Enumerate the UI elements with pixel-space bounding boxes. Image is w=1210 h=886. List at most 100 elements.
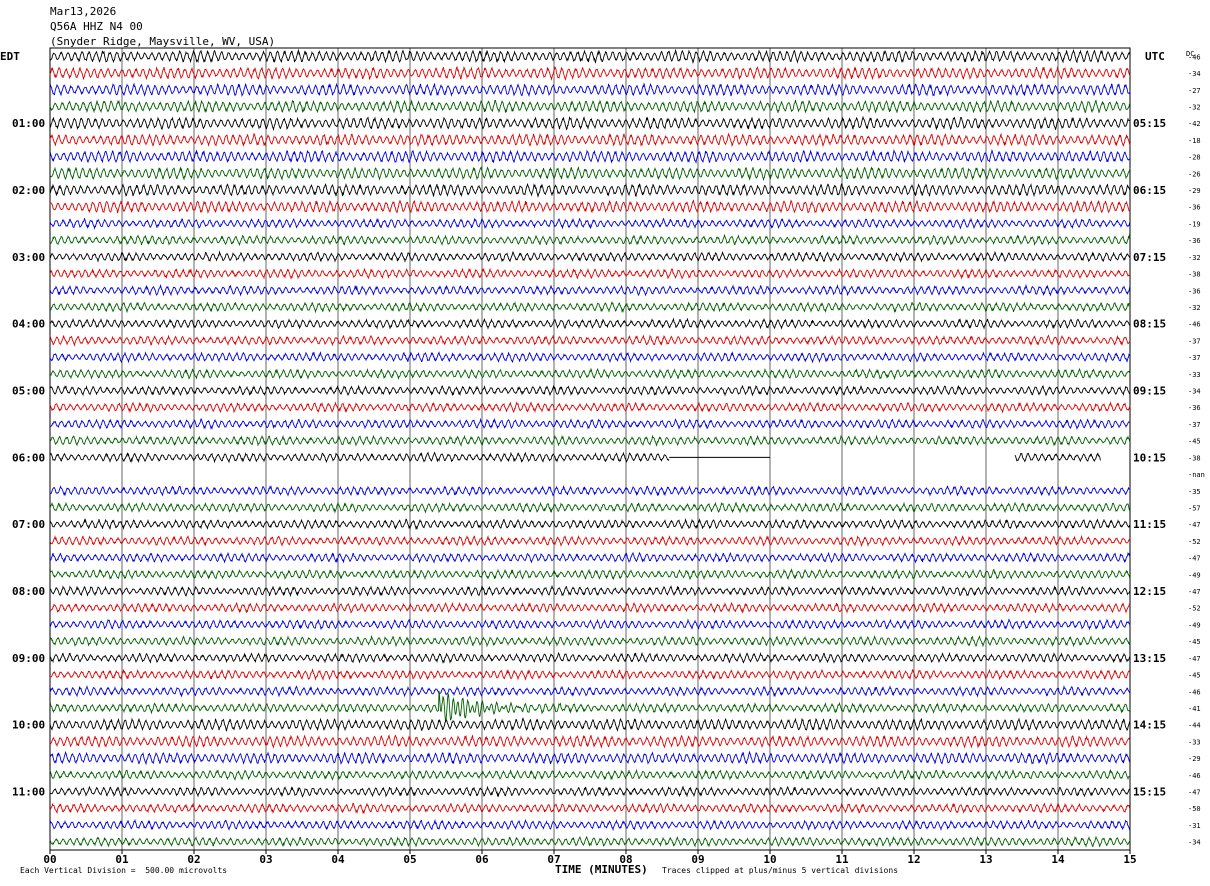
left-time-label: 11:00 bbox=[12, 786, 45, 799]
dc-offset-label: -nan bbox=[1188, 471, 1205, 479]
left-time-label: 02:00 bbox=[12, 184, 45, 197]
seismic-trace bbox=[49, 301, 1131, 314]
dc-offset-label: -50 bbox=[1188, 805, 1201, 813]
dc-offset-label: -47 bbox=[1188, 789, 1201, 797]
dc-offset-label: -27 bbox=[1188, 87, 1201, 95]
seismic-trace bbox=[49, 401, 1131, 414]
x-tick-label: 00 bbox=[43, 853, 56, 866]
dc-offset-label: -36 bbox=[1188, 404, 1201, 412]
seismic-trace bbox=[49, 334, 1131, 347]
seismic-trace bbox=[49, 835, 1131, 848]
helicorder-plot: 00 01 02 03 04 05 06 07 08 09 10 11 12 13 14 1501:0002:… bbox=[12, 47, 1205, 866]
dc-offset-label: -46 bbox=[1188, 53, 1201, 61]
dc-offset-label: -45 bbox=[1188, 638, 1201, 646]
seismic-trace bbox=[49, 568, 1131, 581]
dc-offset-label: -44 bbox=[1188, 722, 1201, 730]
seismic-trace bbox=[49, 384, 1131, 397]
seismic-trace bbox=[49, 518, 1131, 531]
seismic-trace bbox=[49, 584, 1131, 598]
clip-note: Traces clipped at plus/minus 5 vertical … bbox=[662, 866, 899, 875]
seismic-trace bbox=[49, 668, 1131, 682]
seismic-trace bbox=[49, 417, 1131, 430]
left-time-label: 01:00 bbox=[12, 117, 45, 130]
seismic-trace bbox=[49, 48, 1131, 65]
dc-offset-label: -38 bbox=[1188, 271, 1201, 279]
seismic-trace bbox=[49, 651, 1131, 665]
dc-offset-label: -57 bbox=[1188, 504, 1201, 512]
left-time-label: 09:00 bbox=[12, 652, 45, 665]
seismic-trace bbox=[49, 199, 1131, 214]
seismic-trace bbox=[49, 99, 1131, 114]
x-tick-label: 10 bbox=[763, 853, 776, 866]
x-tick-label: 15 bbox=[1123, 853, 1136, 866]
x-tick-label: 04 bbox=[331, 853, 345, 866]
left-time-label: 04:00 bbox=[12, 318, 45, 331]
seismic-trace bbox=[49, 690, 1131, 724]
dc-offset-label: -33 bbox=[1188, 738, 1201, 746]
seismic-trace bbox=[49, 750, 1131, 766]
dc-offset-label: -34 bbox=[1188, 839, 1201, 847]
dc-offset-label: -29 bbox=[1188, 187, 1201, 195]
seismic-trace bbox=[49, 785, 1131, 798]
seismic-trace bbox=[49, 734, 1131, 749]
dc-offset-label: -41 bbox=[1188, 705, 1201, 713]
dc-offset-label: -47 bbox=[1188, 555, 1201, 563]
seismic-trace bbox=[49, 148, 1131, 165]
seismic-trace bbox=[49, 283, 1131, 297]
seismic-trace bbox=[49, 818, 1131, 832]
x-tick-label: 14 bbox=[1051, 853, 1065, 866]
dc-offset-label: -36 bbox=[1188, 237, 1201, 245]
seismic-trace bbox=[49, 451, 670, 464]
x-tick-label: 09 bbox=[691, 853, 704, 866]
right-time-label: 09:15 bbox=[1133, 385, 1166, 398]
left-time-label: 03:00 bbox=[12, 251, 45, 264]
dc-offset-label: -26 bbox=[1188, 170, 1201, 178]
dc-offset-label: -29 bbox=[1188, 755, 1201, 763]
seismic-trace bbox=[49, 250, 1131, 263]
x-tick-label: 05 bbox=[403, 853, 416, 866]
right-time-label: 15:15 bbox=[1133, 786, 1166, 799]
dc-offset-label: -34 bbox=[1188, 70, 1201, 78]
dc-offset-label: -35 bbox=[1188, 488, 1201, 496]
dc-offset-label: -45 bbox=[1188, 672, 1201, 680]
seismic-trace bbox=[49, 233, 1131, 247]
seismic-trace bbox=[49, 717, 1131, 732]
seismic-trace bbox=[49, 182, 1131, 198]
seismic-trace bbox=[49, 267, 1130, 280]
x-tick-label: 12 bbox=[907, 853, 920, 866]
dc-offset-label: -33 bbox=[1188, 371, 1201, 379]
dc-offset-label: -32 bbox=[1188, 254, 1201, 262]
dc-offset-label: -47 bbox=[1188, 655, 1201, 663]
right-time-label: 10:15 bbox=[1133, 451, 1166, 464]
x-tick-label: 03 bbox=[259, 853, 272, 866]
seismic-trace bbox=[49, 485, 1131, 497]
seismic-trace bbox=[49, 634, 1131, 648]
seismic-trace bbox=[49, 684, 1131, 698]
dc-offset-label: -34 bbox=[1188, 388, 1201, 396]
seismic-trace bbox=[49, 601, 1131, 614]
dc-offset-label: -46 bbox=[1188, 688, 1201, 696]
seismic-trace bbox=[49, 351, 1131, 364]
left-time-label: 05:00 bbox=[12, 385, 45, 398]
dc-offset-label: -46 bbox=[1188, 321, 1201, 329]
x-tick-label: 11 bbox=[835, 853, 849, 866]
dc-offset-label: -36 bbox=[1188, 204, 1201, 212]
x-tick-label: 06 bbox=[475, 853, 489, 866]
seismic-trace bbox=[49, 802, 1131, 815]
left-time-label: 10:00 bbox=[12, 719, 45, 732]
dc-offset-label: -31 bbox=[1188, 822, 1201, 830]
dc-offset-label: -47 bbox=[1188, 521, 1201, 529]
right-time-label: 08:15 bbox=[1133, 318, 1166, 331]
x-tick-label: 01 bbox=[115, 853, 129, 866]
seismic-trace bbox=[49, 65, 1131, 81]
seismic-trace bbox=[49, 768, 1131, 781]
seismic-trace bbox=[49, 501, 1131, 514]
seismic-trace bbox=[49, 217, 1131, 230]
scale-note: Each Vertical Division = 500.00 microvol… bbox=[20, 866, 228, 875]
dc-offset-label: -49 bbox=[1188, 621, 1201, 629]
dc-offset-label: -32 bbox=[1188, 103, 1201, 111]
seismic-trace bbox=[49, 115, 1131, 131]
left-time-label: 08:00 bbox=[12, 585, 45, 598]
seismic-trace bbox=[49, 82, 1131, 98]
x-tick-label: 02 bbox=[187, 853, 200, 866]
